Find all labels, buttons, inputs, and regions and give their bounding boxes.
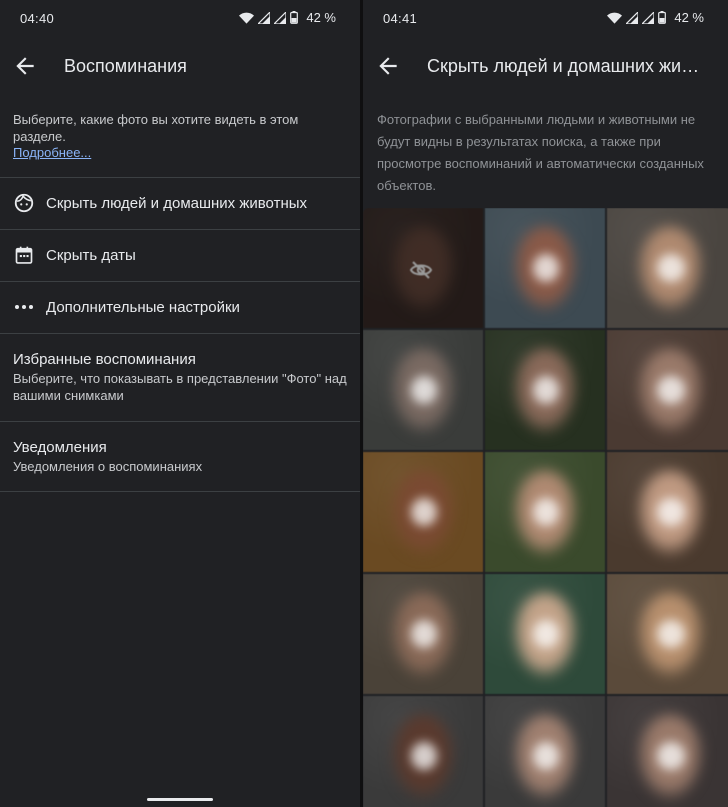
menu-item-label: Скрыть даты xyxy=(46,246,136,264)
divider xyxy=(0,491,360,492)
menu-item-hide-dates[interactable]: Скрыть даты xyxy=(0,229,360,281)
face-thumbnail[interactable] xyxy=(607,330,728,450)
back-arrow-icon[interactable] xyxy=(375,53,401,79)
face-icon xyxy=(12,191,36,215)
signal-icon xyxy=(626,11,639,24)
face-thumbnail[interactable] xyxy=(485,696,605,807)
setting-notifications[interactable]: Уведомления Уведомления о воспоминаниях xyxy=(13,439,347,476)
divider xyxy=(0,333,360,334)
status-time: 04:41 xyxy=(383,11,418,26)
divider xyxy=(0,421,360,422)
visibility-off-icon xyxy=(409,261,433,279)
menu-item-hide-people[interactable]: Скрыть людей и домашних животных xyxy=(0,177,360,229)
setting-title: Уведомления xyxy=(13,439,107,456)
back-arrow-icon[interactable] xyxy=(12,53,38,79)
battery-icon xyxy=(290,11,299,24)
menu-item-label: Дополнительные настройки xyxy=(46,298,240,316)
setting-subtitle: Уведомления о воспоминаниях xyxy=(13,459,203,474)
battery-icon xyxy=(658,11,667,24)
status-bar: 04:41 42 % xyxy=(363,0,728,36)
intro-text: Выберите, какие фото вы хотите видеть в … xyxy=(13,112,299,144)
status-time: 04:40 xyxy=(20,11,55,26)
setting-featured-memories[interactable]: Избранные воспоминания Выберите, что пок… xyxy=(13,351,347,404)
face-thumbnail[interactable] xyxy=(607,452,728,572)
more-icon xyxy=(12,295,36,319)
face-grid xyxy=(363,208,728,807)
setting-title: Избранные воспоминания xyxy=(13,351,196,368)
memories-settings-screen: 04:40 42 % Воспоминания Выберите, какие … xyxy=(0,0,360,807)
signal-icon-2 xyxy=(274,11,287,24)
learn-more-link[interactable]: Подробнее... xyxy=(13,145,333,162)
intro-text-block: Выберите, какие фото вы хотите видеть в … xyxy=(13,112,333,162)
menu-item-label: Скрыть людей и домашних животных xyxy=(46,194,308,212)
status-bar: 04:40 42 % xyxy=(0,0,360,36)
signal-icon-2 xyxy=(642,11,655,24)
page-title: Воспоминания xyxy=(64,56,187,76)
face-thumbnail[interactable] xyxy=(485,330,605,450)
face-thumbnail[interactable] xyxy=(363,330,483,450)
status-icons: 42 % xyxy=(239,10,336,25)
intro-text: Фотографии с выбранными людьми и животны… xyxy=(377,112,704,193)
wifi-icon xyxy=(607,12,623,24)
setting-subtitle: Выберите, что показывать в представлении… xyxy=(13,371,347,403)
face-thumbnail[interactable] xyxy=(363,452,483,572)
app-bar: Воспоминания xyxy=(0,44,360,88)
face-thumbnail[interactable] xyxy=(607,696,728,807)
face-thumbnail[interactable] xyxy=(607,208,728,328)
hide-people-screen: 04:41 42 % Скрыть людей и домашних живот… xyxy=(363,0,728,807)
face-thumbnail[interactable] xyxy=(485,574,605,694)
page-title: Скрыть людей и домашних животных xyxy=(427,56,707,76)
face-thumbnail[interactable] xyxy=(363,696,483,807)
battery-percent: 42 % xyxy=(306,10,336,25)
face-thumbnail[interactable] xyxy=(485,452,605,572)
battery-percent: 42 % xyxy=(674,10,704,25)
face-thumbnail[interactable] xyxy=(485,208,605,328)
gesture-nav-bar[interactable] xyxy=(147,798,213,801)
app-bar: Скрыть людей и домашних животных xyxy=(363,44,728,88)
menu-item-more-settings[interactable]: Дополнительные настройки xyxy=(0,281,360,333)
face-thumbnail[interactable] xyxy=(363,208,483,328)
calendar-icon xyxy=(12,243,36,267)
face-thumbnail[interactable] xyxy=(607,574,728,694)
status-icons: 42 % xyxy=(607,10,704,25)
wifi-icon xyxy=(239,12,255,24)
face-thumbnail[interactable] xyxy=(363,574,483,694)
signal-icon xyxy=(258,11,271,24)
